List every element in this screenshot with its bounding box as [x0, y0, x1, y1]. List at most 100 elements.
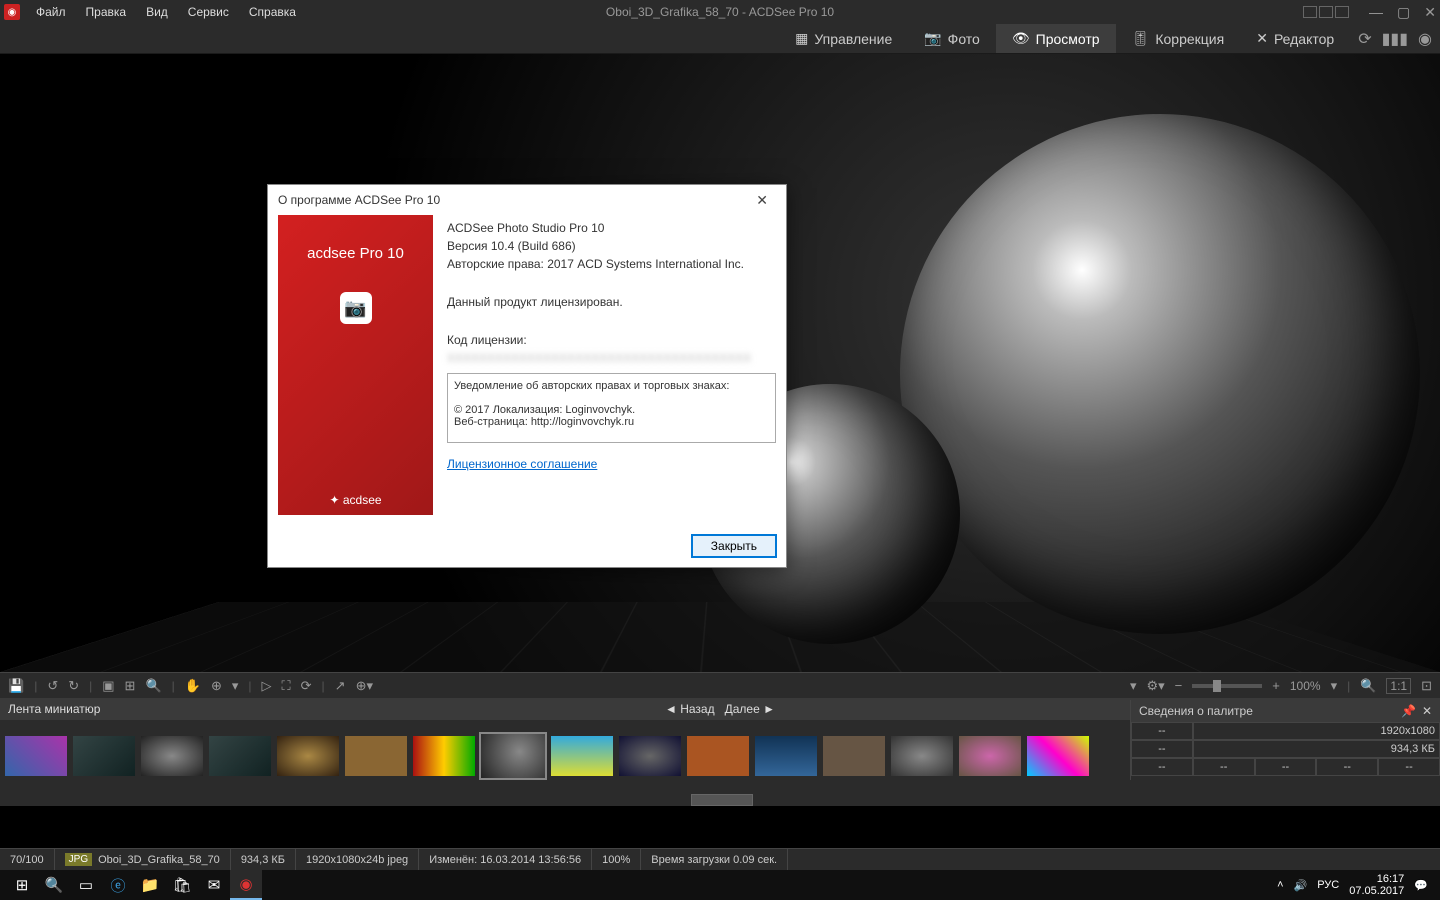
play-icon[interactable]: ▷ [262, 678, 272, 694]
explorer-icon[interactable]: 📁 [134, 870, 166, 900]
mode-tabs: ▦Управление 📷Фото 👁Просмотр 🎚Коррекция ✕… [0, 24, 1440, 54]
acdsee-taskbar-icon[interactable]: ◉ [230, 870, 262, 900]
zoom-in-icon[interactable]: + [1272, 678, 1280, 693]
thumbnail[interactable] [209, 736, 271, 776]
app-icon [4, 4, 20, 20]
status-count: 70/100 [0, 849, 55, 870]
thumbnail-selected[interactable] [481, 734, 545, 778]
start-button[interactable]: ⊞ [6, 870, 38, 900]
clock[interactable]: 16:17 07.05.2017 [1349, 873, 1404, 897]
eye2-icon[interactable]: ◉ [1418, 29, 1432, 49]
share-icon[interactable]: ↗ [335, 678, 346, 694]
menu-help[interactable]: Справка [239, 5, 306, 19]
palette-cell: -- [1193, 758, 1255, 776]
thumbnail[interactable] [5, 736, 67, 776]
zoom-out-icon[interactable]: − [1175, 678, 1183, 693]
thumbnail[interactable] [345, 736, 407, 776]
magnify-icon[interactable]: 🔍 [145, 678, 161, 694]
menu-edit[interactable]: Правка [76, 5, 137, 19]
tab-correction[interactable]: 🎚Коррекция [1116, 24, 1241, 53]
menu-view[interactable]: Вид [136, 5, 178, 19]
thumbnail[interactable] [413, 736, 475, 776]
zoom-dropdown-icon[interactable]: ▾ [1331, 678, 1338, 694]
tab-photo[interactable]: 📷Фото [908, 24, 996, 53]
sync-icon[interactable]: ⟳ [1358, 29, 1371, 49]
hand-icon[interactable]: ✋ [185, 678, 201, 694]
thumbnail-scrollbar[interactable] [0, 792, 1440, 806]
thumbnail[interactable] [141, 736, 203, 776]
menu-tools[interactable]: Сервис [178, 5, 239, 19]
pin-icon[interactable]: 📌 [1401, 704, 1416, 718]
thumbnail[interactable] [551, 736, 613, 776]
thumbnail[interactable] [1027, 736, 1089, 776]
notification-icon[interactable]: 💬 [1414, 879, 1428, 892]
lang-indicator[interactable]: РУС [1317, 879, 1339, 891]
license-agreement-link[interactable]: Лицензионное соглашение [447, 457, 597, 471]
license-key-label: Код лицензии: [447, 333, 776, 347]
dialog-titlebar[interactable]: О программе ACDSee Pro 10 ✕ [268, 185, 786, 215]
select-icon[interactable]: ▣ [102, 678, 114, 694]
mail-icon[interactable]: ✉ [198, 870, 230, 900]
tag-icon[interactable]: ⊕▾ [356, 678, 373, 694]
palette-cell: -- [1131, 758, 1193, 776]
flag-icon[interactable]: ▾ [232, 678, 239, 694]
tray-up-icon[interactable]: ˄ [1277, 879, 1283, 891]
menu-file[interactable]: Файл [26, 5, 76, 19]
eye-icon: 👁 [1012, 30, 1030, 47]
thumbnail[interactable] [277, 736, 339, 776]
nav-back[interactable]: ◄ Назад [665, 702, 715, 716]
product-version: Версия 10.4 (Build 686) [447, 239, 776, 253]
thumbnail[interactable] [687, 736, 749, 776]
gear-icon[interactable]: ⚙▾ [1146, 678, 1164, 694]
dialog-logo-panel: acdsee Pro 10 📷 ✦ acdsee [278, 215, 433, 515]
thumbnail[interactable] [619, 736, 681, 776]
dialog-info: ACDSee Photo Studio Pro 10 Версия 10.4 (… [447, 215, 776, 515]
thumbnail[interactable] [959, 736, 1021, 776]
thumbnail[interactable] [823, 736, 885, 776]
thumbnail[interactable] [755, 736, 817, 776]
tab-manage[interactable]: ▦Управление [779, 24, 908, 53]
tab-editor[interactable]: ✕Редактор [1240, 24, 1350, 53]
grid-icon: ▦ [795, 30, 808, 47]
image-sphere-big [900, 114, 1420, 634]
search-icon[interactable]: 🔍 [38, 870, 70, 900]
thumbnail[interactable] [891, 736, 953, 776]
crop-icon[interactable]: ⊞ [125, 678, 136, 694]
sync2-icon[interactable]: ⟳ [301, 678, 312, 694]
chart-icon[interactable]: ▮▮▮ [1382, 29, 1408, 49]
volume-icon[interactable]: 🔊 [1294, 879, 1308, 892]
inner-restore-icon[interactable] [1335, 6, 1349, 18]
status-dimensions: 1920x1080x24b jpeg [296, 849, 419, 870]
nav-forward[interactable]: Далее ► [725, 702, 775, 716]
close-button[interactable]: Закрыть [692, 535, 776, 557]
palette-cell: -- [1316, 758, 1378, 776]
rotate-ccw-icon[interactable]: ↺ [47, 678, 58, 694]
palette-panel: Сведения о палитре 📌✕ -- 1920x1080 -- 93… [1130, 700, 1440, 780]
inner-max-icon[interactable] [1319, 6, 1333, 18]
thumbnail[interactable] [73, 736, 135, 776]
inner-min-icon[interactable] [1303, 6, 1317, 18]
store-icon[interactable]: 🛍 [166, 870, 198, 900]
rotate-cw-icon[interactable]: ↻ [68, 678, 79, 694]
minimize-icon[interactable]: — [1369, 4, 1383, 21]
taskview-icon[interactable]: ▭ [70, 870, 102, 900]
maximize-icon[interactable]: ▢ [1397, 4, 1410, 21]
drop-icon[interactable]: ⊕ [211, 678, 222, 694]
fit-icon[interactable]: 🔍 [1360, 678, 1376, 694]
save-icon[interactable]: 💾 [8, 678, 24, 694]
palette-title: Сведения о палитре [1139, 704, 1253, 718]
edge-icon[interactable]: ⓔ [102, 870, 134, 900]
expand-icon[interactable]: ⛶ [282, 678, 291, 694]
tab-view[interactable]: 👁Просмотр [996, 24, 1116, 53]
close-icon[interactable]: ✕ [1424, 4, 1436, 21]
dropdown-icon[interactable]: ▾ [1130, 678, 1137, 694]
zoom-slider[interactable] [1192, 684, 1262, 688]
taskbar: ⊞ 🔍 ▭ ⓔ 📁 🛍 ✉ ◉ ˄ 🔊 РУС 16:17 07.05.2017… [0, 870, 1440, 900]
dialog-close-icon[interactable]: ✕ [748, 192, 776, 209]
ratio-label[interactable]: 1:1 [1386, 678, 1411, 694]
palette-cell: -- [1255, 758, 1317, 776]
palette-close-icon[interactable]: ✕ [1422, 704, 1432, 718]
copyright-notice-box[interactable]: Уведомление об авторских правах и торгов… [447, 373, 776, 443]
actual-icon[interactable]: ⊡ [1421, 678, 1432, 694]
window-title: Oboi_3D_Grafika_58_70 - ACDSee Pro 10 [606, 5, 834, 19]
